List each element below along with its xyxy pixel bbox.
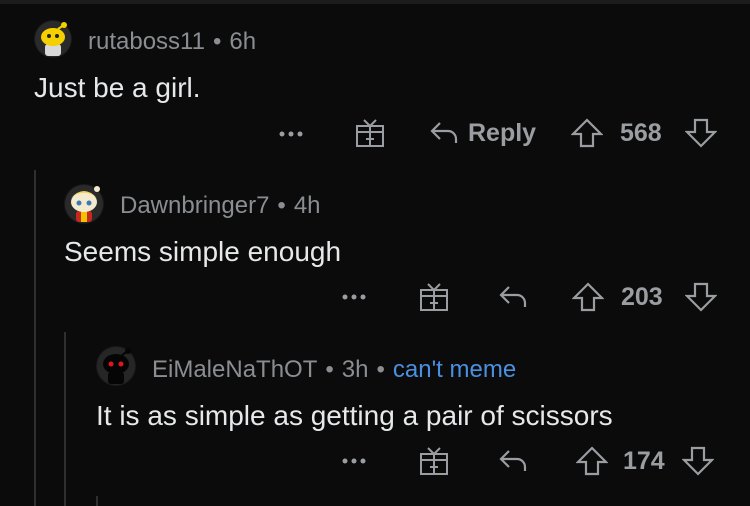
award-button[interactable] bbox=[418, 445, 450, 477]
more-dots-icon bbox=[342, 458, 366, 464]
comment-meta: rutaboss11 • 6h bbox=[88, 28, 256, 56]
user-avatar[interactable] bbox=[96, 346, 136, 386]
more-dots-icon bbox=[342, 294, 366, 300]
upvote-arrow-icon bbox=[576, 446, 608, 476]
reply-arrow-icon bbox=[499, 286, 527, 307]
reply-button[interactable] bbox=[497, 281, 529, 313]
more-dots-icon bbox=[279, 131, 303, 137]
upvote-button[interactable] bbox=[576, 445, 608, 477]
more-options-button[interactable] bbox=[340, 283, 368, 311]
timestamp: 3h bbox=[341, 356, 369, 383]
username[interactable]: Dawnbringer7 bbox=[120, 192, 269, 219]
separator-dot: • bbox=[325, 356, 334, 383]
award-button[interactable] bbox=[354, 117, 386, 149]
upvote-button[interactable] bbox=[572, 281, 604, 313]
downvote-button[interactable] bbox=[685, 117, 717, 149]
vote-count: 174 bbox=[623, 447, 665, 475]
username[interactable]: EiMaleNaThOT bbox=[152, 356, 317, 383]
timestamp: 6h bbox=[229, 28, 257, 55]
vote-count: 203 bbox=[621, 283, 663, 311]
reply-label: Reply bbox=[468, 118, 537, 147]
award-button[interactable] bbox=[418, 281, 450, 313]
downvote-button[interactable] bbox=[682, 445, 714, 477]
reply-arrow-icon bbox=[499, 450, 527, 471]
separator-dot: • bbox=[212, 28, 222, 55]
upvote-arrow-icon bbox=[571, 118, 603, 148]
reply-button[interactable] bbox=[497, 445, 529, 477]
downvote-arrow-icon bbox=[682, 446, 714, 476]
downvote-arrow-icon bbox=[685, 118, 717, 148]
downvote-button[interactable] bbox=[685, 281, 717, 313]
user-flair: can't meme bbox=[392, 356, 517, 383]
vote-count: 568 bbox=[620, 119, 662, 147]
thread-line-level-3[interactable] bbox=[96, 496, 98, 506]
award-gift-icon bbox=[420, 447, 448, 475]
snoo-avatar-icon bbox=[65, 185, 103, 223]
upvote-button[interactable] bbox=[571, 117, 603, 149]
snoo-avatar-icon bbox=[97, 347, 135, 385]
comment-body: Just be a girl. bbox=[34, 72, 201, 103]
reply-arrow-icon bbox=[430, 122, 458, 143]
comment-meta: Dawnbringer7 • 4h bbox=[120, 192, 321, 220]
thread-line-level-2[interactable] bbox=[64, 332, 66, 506]
more-options-button[interactable] bbox=[277, 120, 305, 148]
reply-button[interactable]: Reply bbox=[428, 117, 536, 149]
downvote-arrow-icon bbox=[685, 282, 717, 312]
username[interactable]: rutaboss11 bbox=[88, 28, 205, 55]
user-avatar[interactable] bbox=[64, 184, 104, 224]
separator-dot: • bbox=[376, 356, 385, 383]
comment-meta: EiMaleNaThOT • 3h • can't meme bbox=[152, 356, 516, 384]
award-gift-icon bbox=[420, 283, 448, 311]
thread-line-level-1[interactable] bbox=[34, 170, 36, 506]
comment-body: It is as simple as getting a pair of sci… bbox=[96, 400, 613, 431]
separator-dot: • bbox=[277, 192, 286, 219]
award-gift-icon bbox=[356, 119, 384, 147]
upvote-arrow-icon bbox=[572, 282, 604, 312]
timestamp: 4h bbox=[293, 192, 321, 219]
top-divider bbox=[0, 0, 750, 4]
comment-body: Seems simple enough bbox=[64, 236, 342, 267]
user-avatar[interactable] bbox=[34, 20, 72, 58]
snoo-avatar-icon bbox=[35, 21, 71, 57]
more-options-button[interactable] bbox=[340, 447, 368, 475]
